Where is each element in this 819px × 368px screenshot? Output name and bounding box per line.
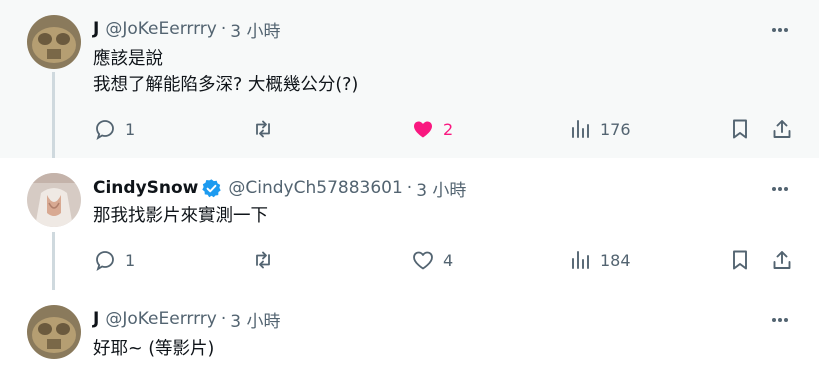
like-icon	[414, 121, 432, 138]
tweet-header: J @JoKeEerrrry · 3 小時	[93, 17, 280, 42]
reply-button[interactable]: 1	[93, 248, 135, 272]
reply-count: 1	[125, 119, 136, 139]
retweet-button[interactable]	[251, 248, 275, 272]
like-icon	[413, 251, 433, 270]
retweet-icon	[256, 120, 270, 138]
reply-count: 1	[125, 250, 136, 270]
more-icon	[772, 187, 788, 191]
views-count: 184	[600, 250, 631, 270]
author-name[interactable]: CindySnow	[93, 178, 198, 198]
views-button[interactable]: 176	[568, 117, 631, 141]
bookmark-icon	[733, 119, 747, 139]
views-count: 176	[600, 119, 631, 139]
tweet-3[interactable]: J @JoKeEerrrry · 3 小時 好耶~ (等影片)	[0, 290, 819, 368]
author-name[interactable]: J	[93, 19, 99, 39]
timestamp[interactable]: 3 小時	[230, 17, 280, 42]
more-button[interactable]	[768, 177, 792, 201]
tweet-text-line-1: 好耶~ (等影片)	[93, 339, 215, 359]
separator-dot: ·	[220, 19, 227, 39]
tweet-text-line-2: 我想了解能陷多深? 大概幾公分(?)	[93, 75, 359, 95]
more-button[interactable]	[768, 18, 792, 42]
share-button[interactable]	[770, 248, 794, 272]
more-icon	[772, 28, 788, 32]
more-icon	[772, 318, 788, 322]
like-button[interactable]: 2	[411, 117, 453, 141]
bookmark-button[interactable]	[728, 248, 752, 272]
tweet-text-line-1: 那我找影片來實測一下	[93, 206, 268, 226]
separator-dot: ·	[220, 309, 227, 329]
more-button[interactable]	[768, 308, 792, 332]
retweet-icon	[256, 251, 270, 269]
tweet-2[interactable]: CindySnow @CindyCh57883601 · 3 小時 那我找影片來…	[0, 158, 819, 290]
views-button[interactable]: 184	[568, 248, 631, 272]
like-count: 4	[443, 250, 454, 270]
avatar-j[interactable]	[27, 15, 81, 69]
share-button[interactable]	[770, 117, 794, 141]
bookmark-icon	[733, 250, 747, 270]
author-handle[interactable]: @JoKeEerrrry	[105, 19, 217, 39]
share-icon	[773, 251, 791, 269]
tweet-text-line-1: 應該是說	[93, 49, 163, 69]
author-handle[interactable]: @JoKeEerrrry	[105, 309, 217, 329]
views-icon	[572, 251, 589, 269]
verified-badge-icon	[202, 178, 222, 197]
avatar-cindysnow[interactable]	[27, 173, 81, 227]
timestamp[interactable]: 3 小時	[230, 307, 280, 332]
like-count: 2	[443, 119, 454, 139]
views-icon	[572, 120, 589, 138]
tweet-1[interactable]: J @JoKeEerrrry · 3 小時 應該是說 我想了解能陷多深? 大概幾…	[0, 0, 819, 158]
like-button[interactable]: 4	[411, 248, 453, 272]
author-handle[interactable]: @CindyCh57883601	[228, 178, 402, 198]
thread-line	[52, 232, 55, 290]
reply-icon	[96, 120, 114, 141]
separator-dot: ·	[406, 178, 413, 198]
thread-line	[52, 72, 55, 158]
avatar-j[interactable]	[27, 305, 81, 359]
author-name[interactable]: J	[93, 309, 99, 329]
bookmark-button[interactable]	[728, 117, 752, 141]
tweet-header: J @JoKeEerrrry · 3 小時	[93, 307, 280, 332]
reply-button[interactable]: 1	[93, 117, 135, 141]
share-icon	[773, 120, 791, 138]
retweet-button[interactable]	[251, 117, 275, 141]
timestamp[interactable]: 3 小時	[416, 176, 466, 201]
tweet-header: CindySnow @CindyCh57883601 · 3 小時	[93, 176, 466, 201]
reply-icon	[96, 251, 114, 272]
